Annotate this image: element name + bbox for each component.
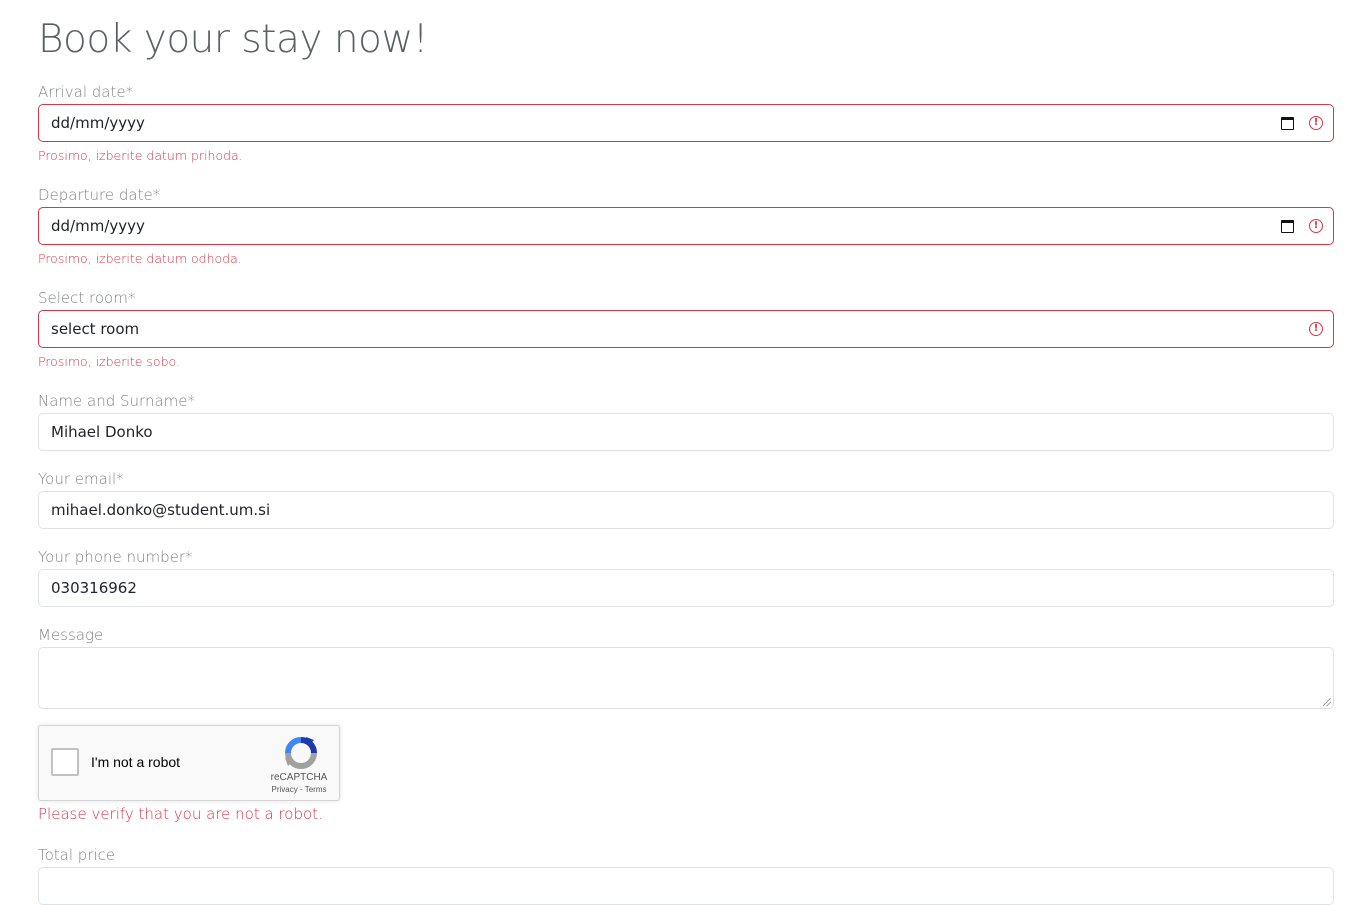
recaptcha-label: I'm not a robot [91,754,181,770]
name-value: Mihael Donko [51,423,153,441]
resize-handle-icon[interactable] [1323,698,1331,706]
arrival-date-error: Prosimo, izberite datum prihoda. [38,148,243,163]
error-icon: ! [1309,219,1323,233]
departure-date-label: Departure date* [38,186,161,204]
error-icon: ! [1309,116,1323,130]
phone-input[interactable]: 030316962 [38,569,1334,607]
recaptcha-error: Please verify that you are not a robot. [38,805,323,823]
calendar-icon[interactable] [1281,219,1295,233]
name-input[interactable]: Mihael Donko [38,413,1334,451]
error-icon: ! [1309,322,1323,336]
room-select-error: Prosimo, izberite sobo. [38,354,180,369]
message-label: Message [38,626,104,644]
message-textarea[interactable] [38,647,1334,709]
room-select-label: Select room* [38,289,136,307]
email-input[interactable]: mihael.donko@student.um.si [38,491,1334,529]
email-value: mihael.donko@student.um.si [51,501,271,519]
recaptcha-links[interactable]: Privacy - Terms [263,785,335,794]
recaptcha-widget: I'm not a robot reCAPTCHA Privacy - Term… [38,725,340,801]
total-price-label: Total price [38,846,116,864]
arrival-date-label: Arrival date* [38,83,134,101]
phone-label: Your phone number* [38,548,193,566]
calendar-icon[interactable] [1281,116,1295,130]
arrival-date-input[interactable]: dd/mm/yyyy ! [38,104,1334,142]
departure-date-value: dd/mm/yyyy [51,217,145,235]
recaptcha-brand: reCAPTCHA [270,772,328,783]
room-select-value: select room [51,320,140,338]
arrival-date-value: dd/mm/yyyy [51,114,145,132]
departure-date-error: Prosimo, izberite datum odhoda. [38,251,242,266]
room-select[interactable]: select room ! [38,310,1334,348]
total-price-input[interactable] [38,867,1334,905]
email-label: Your email* [38,470,124,488]
page-title: Book your stay now! [38,17,428,62]
departure-date-input[interactable]: dd/mm/yyyy ! [38,207,1334,245]
name-label: Name and Surname* [38,392,195,410]
recaptcha-checkbox[interactable] [51,748,79,776]
recaptcha-logo-icon [285,737,317,769]
phone-value: 030316962 [51,579,137,597]
